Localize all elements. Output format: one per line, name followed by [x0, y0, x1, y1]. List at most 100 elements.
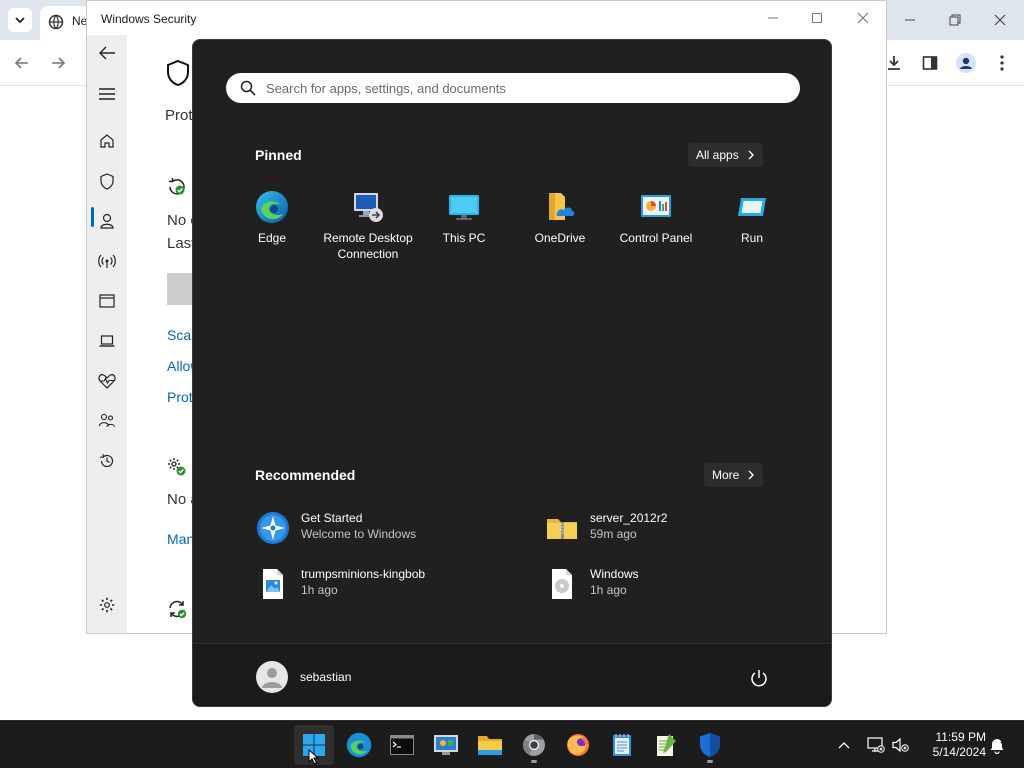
- user-avatar[interactable]: [256, 661, 288, 693]
- more-button[interactable]: More: [704, 463, 764, 487]
- sidebar-item-device-health[interactable]: [95, 369, 119, 393]
- browser-close-button[interactable]: [988, 8, 1012, 32]
- taskbar-notepad[interactable]: [602, 725, 642, 765]
- pinned-app-this-pc[interactable]: This PC: [416, 190, 512, 270]
- wireless-signal-icon: [98, 254, 116, 268]
- start-search-input[interactable]: [266, 73, 786, 103]
- sidebar-item-device-security[interactable]: [95, 329, 119, 353]
- pinned-app-label: Control Panel: [619, 231, 693, 245]
- browser-menu-button[interactable]: [990, 51, 1014, 75]
- recommended-item-detail: 1h ago: [301, 583, 338, 597]
- notifications-button[interactable]: [987, 735, 1007, 755]
- taskbar-edge[interactable]: [339, 725, 379, 765]
- arrow-right-icon: [52, 57, 66, 69]
- network-status-button[interactable]: [866, 735, 886, 755]
- winsec-sidebar: [87, 35, 127, 633]
- notepad-plus-plus-icon: [657, 734, 676, 756]
- taskbar-chrome[interactable]: [514, 725, 554, 765]
- gear-icon: [99, 597, 115, 613]
- sidebar-item-firewall[interactable]: [95, 249, 119, 273]
- get-started-icon: [257, 512, 289, 544]
- all-apps-button[interactable]: All apps: [688, 143, 763, 167]
- side-panel-button[interactable]: [918, 51, 942, 75]
- running-indicator: [707, 760, 713, 763]
- taskbar-file-explorer[interactable]: [470, 725, 510, 765]
- taskbar-windows-security[interactable]: [690, 725, 730, 765]
- chevron-down-icon: [15, 17, 25, 24]
- sidebar-item-protection-history[interactable]: [95, 449, 119, 473]
- user-name[interactable]: sebastian: [300, 670, 351, 684]
- winsec-titlebar[interactable]: Windows Security: [87, 1, 886, 35]
- scan-history-icon: [169, 178, 185, 195]
- winsec-title: Windows Security: [101, 12, 197, 26]
- notepad-icon: [613, 734, 631, 756]
- taskbar-remote-desktop[interactable]: [426, 725, 466, 765]
- hamburger-menu-icon: [99, 88, 115, 100]
- shield-icon: [700, 733, 720, 757]
- recommended-item-server-2012r2[interactable]: server_2012r2 59m ago: [545, 506, 815, 548]
- winsec-menu-button[interactable]: [95, 82, 119, 106]
- sidebar-item-settings[interactable]: [95, 593, 119, 617]
- winsec-back-button[interactable]: [95, 41, 119, 65]
- pinned-heading: Pinned: [255, 147, 302, 163]
- recommended-item-detail: Welcome to Windows: [301, 527, 417, 541]
- start-search-box[interactable]: [226, 73, 800, 103]
- all-apps-label: All apps: [696, 148, 739, 162]
- chevron-right-icon: [748, 470, 755, 480]
- pinned-app-run[interactable]: Run: [704, 190, 800, 270]
- winsec-maximize-button[interactable]: [808, 9, 826, 27]
- recommended-item-name: server_2012r2: [590, 511, 668, 525]
- show-hidden-icons-button[interactable]: [834, 735, 854, 755]
- manage-settings-link[interactable]: Man: [167, 531, 194, 547]
- search-icon: [240, 80, 256, 96]
- sidebar-item-virus-protection[interactable]: [95, 169, 119, 193]
- recommended-item-get-started[interactable]: Get Started Welcome to Windows: [256, 506, 526, 548]
- heart-pulse-icon: [98, 374, 116, 389]
- taskbar-terminal[interactable]: [382, 725, 422, 765]
- pinned-app-control-panel[interactable]: Control Panel: [608, 190, 704, 270]
- protection-history-link[interactable]: Prot: [167, 389, 193, 405]
- sidebar-item-family-options[interactable]: [95, 409, 119, 433]
- start-menu-footer: sebastian: [193, 643, 831, 706]
- winsec-close-button[interactable]: [854, 9, 872, 27]
- pinned-app-onedrive[interactable]: OneDrive: [512, 190, 608, 270]
- minimize-icon: [768, 17, 778, 19]
- pinned-app-remote-desktop[interactable]: Remote Desktop Connection: [320, 190, 416, 270]
- winsec-minimize-button[interactable]: [764, 9, 782, 27]
- recommended-item-name: Get Started: [301, 511, 363, 525]
- sidebar-item-app-browser-control[interactable]: [95, 289, 119, 313]
- taskbar: 11:59 PM 5/14/2024: [0, 720, 1024, 768]
- person-icon: [100, 213, 114, 229]
- restore-icon: [949, 14, 961, 26]
- browser-minimize-button[interactable]: [898, 8, 922, 32]
- tab-list-button[interactable]: [8, 8, 32, 32]
- profile-button[interactable]: [954, 51, 978, 75]
- recommended-item-detail: 1h ago: [590, 583, 627, 597]
- sidebar-item-account-protection[interactable]: [95, 209, 119, 233]
- network-disconnected-icon: [867, 737, 885, 753]
- recommended-item-trumpsminions-kingbob[interactable]: trumpsminions-kingbob 1h ago: [256, 562, 526, 604]
- volume-button[interactable]: [891, 735, 911, 755]
- browser-restore-button[interactable]: [943, 8, 967, 32]
- taskbar-notepad-plus-plus[interactable]: [646, 725, 686, 765]
- edge-icon: [346, 732, 372, 758]
- run-icon: [738, 198, 766, 216]
- side-panel-icon: [922, 56, 938, 70]
- arrow-left-icon: [99, 46, 115, 60]
- close-icon: [857, 12, 869, 24]
- taskbar-start-button[interactable]: [294, 725, 334, 765]
- back-button[interactable]: [10, 51, 34, 75]
- family-icon: [98, 413, 116, 428]
- pinned-app-edge[interactable]: Edge: [224, 190, 320, 270]
- forward-button[interactable]: [46, 51, 70, 75]
- pinned-app-label: Run: [740, 231, 763, 245]
- control-panel-icon: [641, 195, 671, 217]
- remote-desktop-icon: [354, 193, 383, 222]
- home-icon: [100, 134, 114, 148]
- chrome-icon: [523, 734, 545, 756]
- taskbar-clock[interactable]: 11:59 PM 5/14/2024: [916, 730, 986, 760]
- sidebar-item-home[interactable]: [95, 129, 119, 153]
- power-icon[interactable]: [749, 668, 769, 688]
- recommended-item-windows[interactable]: Windows 1h ago: [545, 562, 815, 604]
- taskbar-firefox[interactable]: [558, 725, 598, 765]
